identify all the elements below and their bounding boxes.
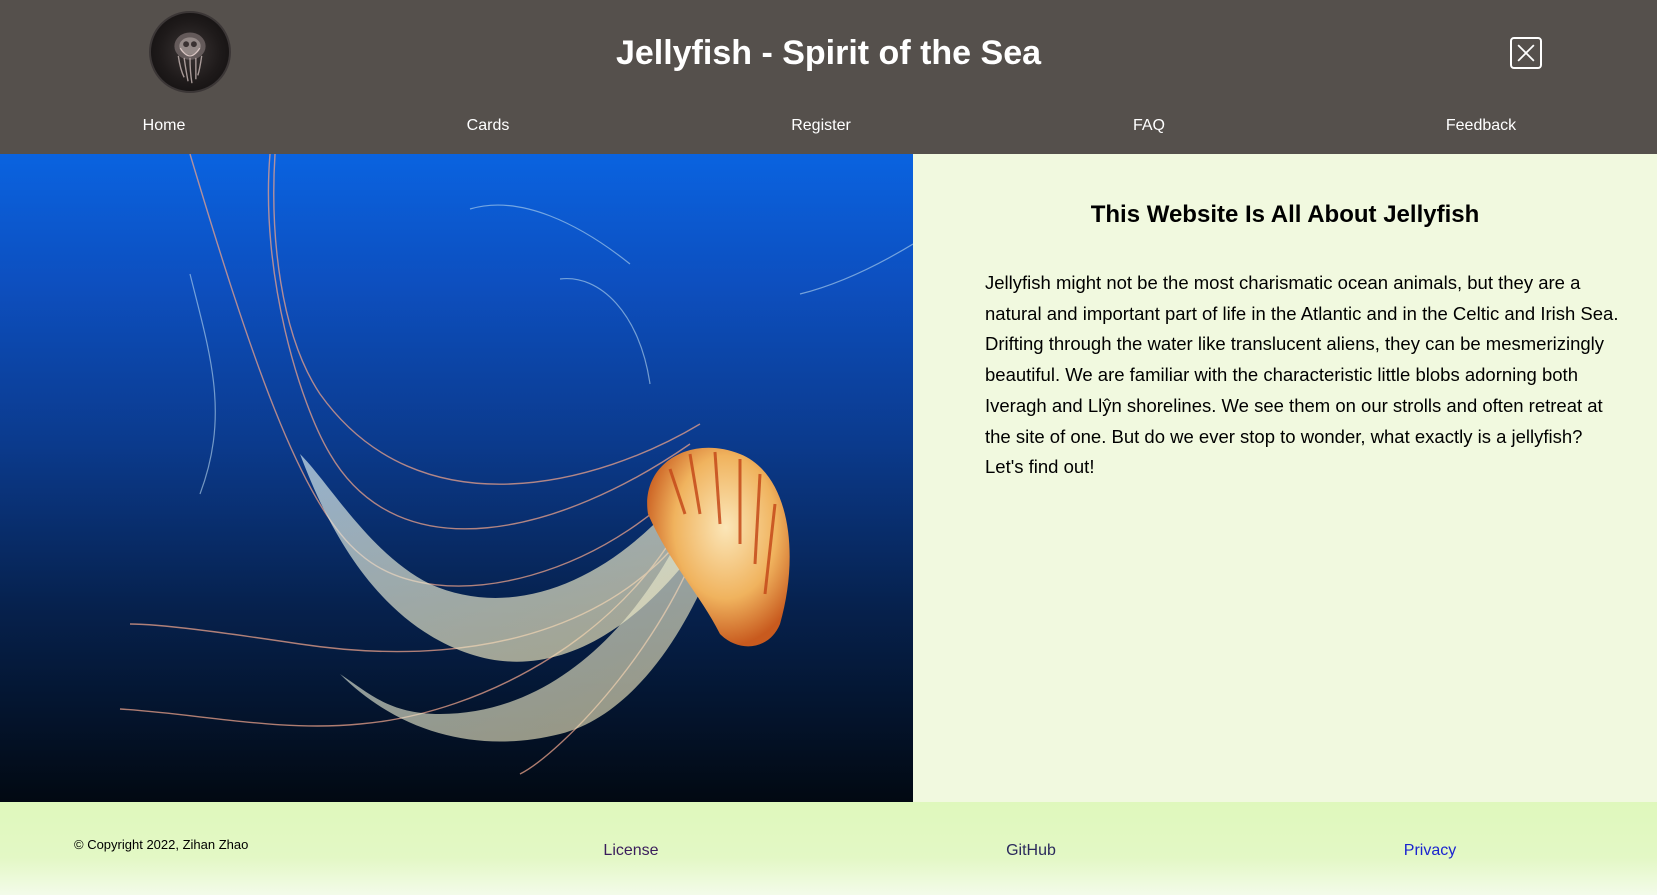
main-nav: Home Cards Register FAQ Feedback	[0, 117, 1657, 141]
footer-link-github[interactable]: GitHub	[1006, 842, 1056, 860]
site-footer: © Copyright 2022, Zihan Zhao License Git…	[0, 802, 1657, 895]
footer-link-license[interactable]: License	[603, 842, 658, 860]
nav-register[interactable]: Register	[791, 117, 851, 135]
nav-home[interactable]: Home	[143, 117, 186, 135]
nav-faq[interactable]: FAQ	[1133, 117, 1165, 135]
site-header: Jellyfish - Spirit of the Sea Home Cards…	[0, 0, 1657, 154]
site-title: Jellyfish - Spirit of the Sea	[615, 34, 1042, 72]
intro-paragraph: Jellyfish might not be the most charisma…	[985, 272, 1619, 478]
jellyfish-photo	[0, 154, 913, 802]
intro-section: This Website Is All About Jellyfish Jell…	[913, 154, 1657, 802]
footer-link-privacy[interactable]: Privacy	[1404, 842, 1456, 860]
close-icon	[1517, 44, 1535, 62]
copyright-text: © Copyright 2022, Zihan Zhao	[74, 837, 249, 852]
close-button[interactable]	[1510, 37, 1542, 69]
intro-heading: This Website Is All About Jellyfish	[1090, 201, 1480, 228]
nav-feedback[interactable]: Feedback	[1446, 117, 1516, 135]
nav-cards[interactable]: Cards	[467, 117, 510, 135]
